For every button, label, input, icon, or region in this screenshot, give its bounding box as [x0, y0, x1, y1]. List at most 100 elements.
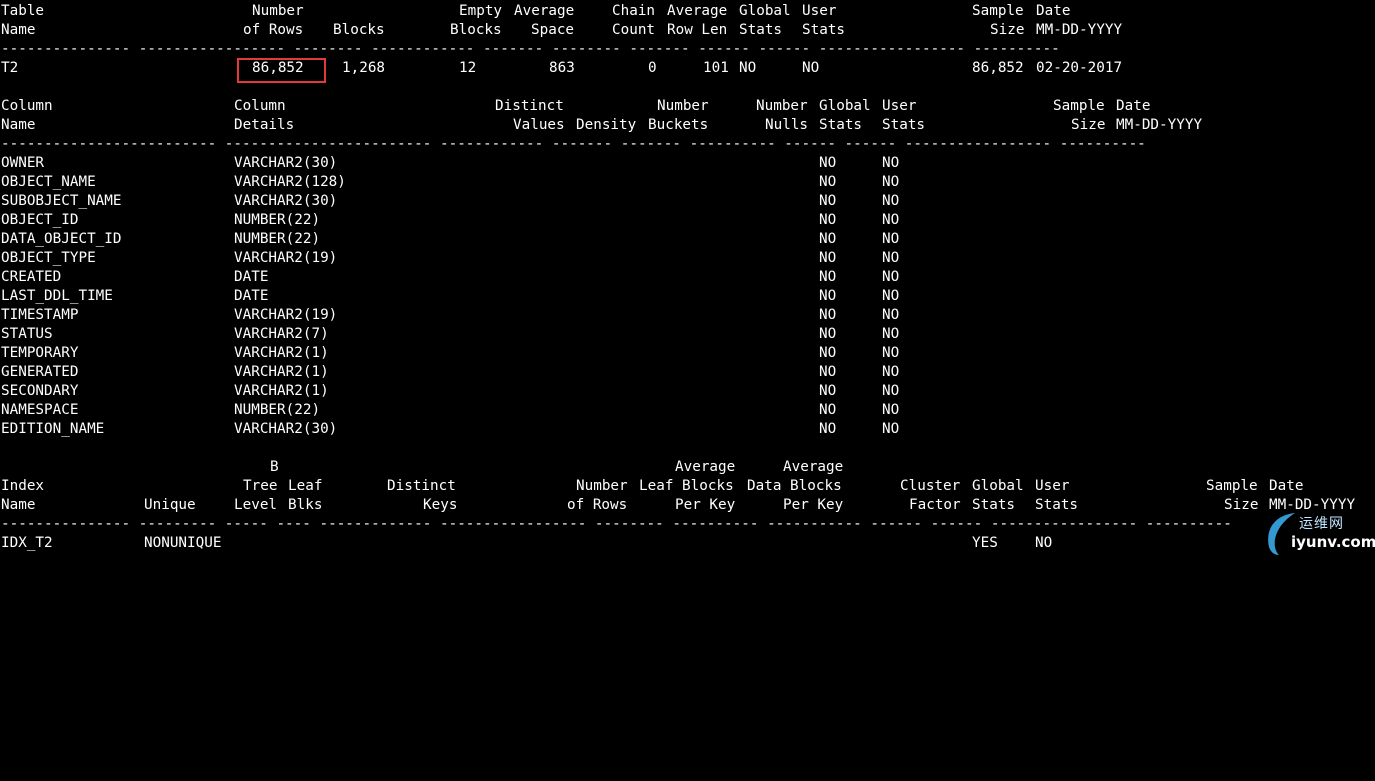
hdr-nulls: Nulls: [765, 117, 809, 133]
hdr-idx-user: User: [1035, 478, 1070, 494]
hdr-col-name: Name: [1, 117, 36, 133]
table-row: OBJECT_TYPE VARCHAR2(19) NO NO: [1, 249, 1371, 268]
column-header-line-2: Name Details Values Density Buckets Null…: [1, 116, 1371, 135]
hdr-idx-leaf-blocks: Leaf Blocks: [639, 478, 734, 494]
hdr-col-date-format: MM-DD-YYYY: [1116, 117, 1203, 133]
hdr-idx-of-rows: of Rows: [567, 497, 628, 513]
col-global: NO: [819, 155, 837, 171]
hdr-idx-per-key-2: Per Key: [783, 497, 844, 513]
table-row: EDITION_NAME VARCHAR2(30) NO NO: [1, 420, 1371, 439]
column-rows: OWNER VARCHAR2(30) NO NO OBJECT_NAME VARCHAR…: [1, 154, 1371, 439]
hdr-col-global: Global: [819, 98, 871, 114]
col-user: NO: [882, 174, 900, 190]
col-global: NO: [819, 345, 837, 361]
hdr-number-nulls: Number: [756, 98, 808, 114]
hdr-idx-keys: Keys: [423, 497, 458, 513]
col-user: NO: [882, 212, 900, 228]
table-row: TIMESTAMP VARCHAR2(19) NO NO: [1, 306, 1371, 325]
hdr-col-user: User: [882, 98, 917, 114]
hdr-col-global-stats: Stats: [819, 117, 863, 133]
hdr-idx-user-stats: Stats: [1035, 497, 1079, 513]
hdr-number: Number: [252, 3, 304, 19]
hdr-idx-cluster: Cluster: [900, 478, 961, 494]
col-user: NO: [882, 345, 900, 361]
col-user: NO: [882, 231, 900, 247]
hdr-column-details-1: Column: [234, 98, 286, 114]
user-stats-value: NO: [802, 60, 820, 76]
table-row: SUBOBJECT_NAME VARCHAR2(30) NO NO: [1, 192, 1371, 211]
hdr-values: Values: [513, 117, 565, 133]
hdr-idx-sample: Sample: [1206, 478, 1258, 494]
hdr-table: Table: [1, 3, 45, 19]
avg-space-value: 863: [549, 60, 575, 76]
hdr-idx-date: Date: [1269, 478, 1304, 494]
col-name: CREATED: [1, 269, 62, 285]
hdr-sample: Sample: [972, 3, 1024, 19]
hdr-idx-number: Number: [576, 478, 628, 494]
col-name: OBJECT_NAME: [1, 174, 96, 190]
hdr-of-rows: of Rows: [243, 22, 304, 38]
hdr-index: Index: [1, 478, 45, 494]
col-user: NO: [882, 326, 900, 342]
col-user: NO: [882, 250, 900, 266]
hdr-idx-unique: Unique: [144, 497, 196, 513]
table-row: GENERATED VARCHAR2(1) NO NO: [1, 363, 1371, 382]
table-row: OWNER VARCHAR2(30) NO NO: [1, 154, 1371, 173]
col-type: VARCHAR2(30): [234, 193, 338, 209]
col-type: VARCHAR2(30): [234, 155, 338, 171]
hdr-idx-tree: Tree: [243, 478, 278, 494]
col-type: DATE: [234, 269, 269, 285]
col-user: NO: [882, 269, 900, 285]
col-global: NO: [819, 250, 837, 266]
highlight-rect: [237, 58, 326, 83]
hdr-idx-global: Global: [972, 478, 1024, 494]
col-name: SUBOBJECT_NAME: [1, 193, 122, 209]
hdr-idx-global-stats: Stats: [972, 497, 1016, 513]
hdr-idx-per-key-1: Per Key: [675, 497, 736, 513]
col-type: NUMBER(22): [234, 402, 321, 418]
date-value: 02-20-2017: [1036, 60, 1123, 76]
index-global-stats: YES: [972, 535, 998, 551]
hdr-col-size: Size: [1071, 117, 1106, 133]
hdr-idx-factor: Factor: [909, 497, 961, 513]
hdr-distinct: Distinct: [495, 98, 564, 114]
hdr-idx-distinct: Distinct: [387, 478, 456, 494]
index-name: IDX_T2: [1, 535, 53, 551]
hdr-global: Global: [739, 3, 791, 19]
col-user: NO: [882, 364, 900, 380]
hdr-idx-blks: Blks: [288, 497, 323, 513]
hdr-idx-average-leaf: Average: [675, 459, 736, 475]
table-row: CREATED DATE NO NO: [1, 268, 1371, 287]
watermark-text-top: 运维网: [1299, 516, 1344, 532]
table-dashes: --------------- ----------------- ------…: [1, 41, 1060, 57]
col-type: VARCHAR2(19): [234, 307, 338, 323]
watermark-text-bottom: iyunv.com: [1291, 533, 1375, 551]
table-row-t2: T2 86,852 1,268 12 863 0 101 NO NO 86,85…: [1, 59, 1371, 78]
hdr-idx-level: Level: [234, 497, 278, 513]
table-header-line-1: Table Number Empty Average Chain Average…: [1, 2, 1371, 21]
sample-size-value: 86,852: [972, 60, 1024, 76]
blocks-value: 1,268: [342, 60, 386, 76]
table-row: TEMPORARY VARCHAR2(1) NO NO: [1, 344, 1371, 363]
hdr-density: Density: [576, 117, 637, 133]
hdr-column: Column: [1, 98, 53, 114]
col-user: NO: [882, 421, 900, 437]
hdr-chain: Chain: [612, 3, 656, 19]
col-type: VARCHAR2(19): [234, 250, 338, 266]
index-header-line-0: B Average Average: [1, 458, 1371, 477]
empty-blocks-value: 12: [459, 60, 477, 76]
col-name: OBJECT_TYPE: [1, 250, 96, 266]
col-type: VARCHAR2(7): [234, 326, 329, 342]
col-type: VARCHAR2(30): [234, 421, 338, 437]
hdr-date: Date: [1036, 3, 1071, 19]
hdr-average: Average: [514, 3, 575, 19]
hdr-date-format: MM-DD-YYYY: [1036, 22, 1123, 38]
hdr-empty: Empty: [459, 3, 503, 19]
col-global: NO: [819, 231, 837, 247]
hdr-user: User: [802, 3, 837, 19]
col-type: NUMBER(22): [234, 231, 321, 247]
hdr-global-stats: Stats: [739, 22, 783, 38]
col-global: NO: [819, 212, 837, 228]
